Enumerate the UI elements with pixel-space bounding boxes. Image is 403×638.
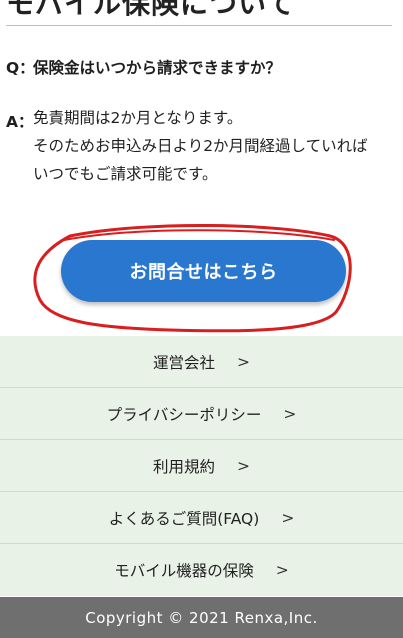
contact-cta-area: お問合せはこちら bbox=[0, 218, 403, 338]
chevron-right-icon: > bbox=[237, 352, 250, 371]
faq-answer: A： 免責期間は2か月となります。 そのためお申込み日より2か月間経過していれば… bbox=[6, 109, 368, 188]
answer-line: 免責期間は2か月となります。 bbox=[33, 109, 243, 127]
footer-link-faq[interactable]: よくあるご質問(FAQ) > bbox=[0, 492, 403, 544]
footer-link-company[interactable]: 運営会社 > bbox=[0, 336, 403, 388]
contact-button[interactable]: お問合せはこちら bbox=[61, 240, 346, 302]
footer-link-terms[interactable]: 利用規約 > bbox=[0, 440, 403, 492]
answer-text: 免責期間は2か月となります。 そのためお申込み日より2か月間経過していれば いつ… bbox=[33, 104, 368, 188]
answer-line: そのためお申込み日より2か月間経過していれば bbox=[33, 137, 368, 155]
chevron-right-icon: > bbox=[275, 561, 289, 579]
chevron-right-icon: > bbox=[283, 404, 297, 423]
copyright-bar: Copyright © 2021 Renxa,Inc. bbox=[0, 597, 403, 638]
title-divider bbox=[6, 25, 392, 26]
footer-link-mobile-insurance[interactable]: モバイル機器の保険 > bbox=[0, 544, 403, 596]
footer-link-privacy-policy[interactable]: プライバシーポリシー > bbox=[0, 388, 403, 440]
question-text: 保険金はいつから請求できますか？ bbox=[33, 59, 282, 77]
question-marker: Q： bbox=[6, 59, 35, 77]
faq-question: Q： 保険金はいつから請求できますか？ bbox=[6, 56, 281, 78]
answer-line: いつでもご請求可能です。 bbox=[33, 165, 218, 183]
page-title: モバイル保険について bbox=[6, 0, 296, 20]
chevron-right-icon: > bbox=[237, 456, 250, 475]
answer-marker: A： bbox=[6, 113, 34, 131]
footer-nav: 運営会社 > プライバシーポリシー > 利用規約 > よくあるご質問(FAQ) … bbox=[0, 336, 403, 596]
chevron-right-icon: > bbox=[281, 508, 295, 527]
